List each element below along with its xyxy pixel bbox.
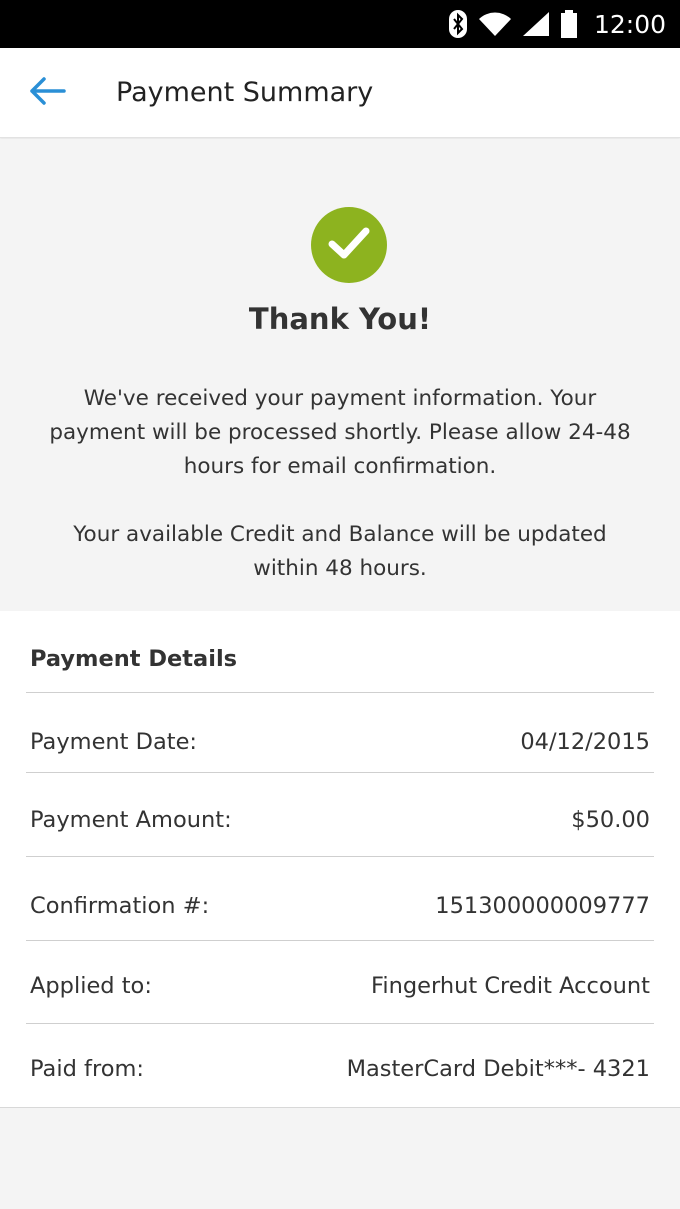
status-bar: 12:00 — [0, 0, 680, 48]
check-icon — [327, 225, 371, 265]
status-time: 12:00 — [593, 9, 666, 39]
battery-icon — [560, 9, 578, 39]
row-label: Payment Date: — [30, 729, 198, 755]
thank-you-heading: Thank You! — [248, 302, 432, 336]
row-label: Paid from: — [30, 1056, 144, 1082]
divider — [26, 940, 654, 941]
row-value: MasterCard Debit***- 4321 — [346, 1056, 650, 1082]
page-title: Payment Summary — [116, 77, 374, 108]
back-arrow-icon — [28, 76, 66, 110]
wifi-icon — [478, 11, 512, 37]
page-background — [0, 1108, 680, 1209]
confirmation-number-row: Confirmation #: 151300000009777 — [30, 881, 650, 931]
confirmation-message: We've received your payment information.… — [49, 386, 631, 479]
applied-to-row: Applied to: Fingerhut Credit Account — [30, 961, 650, 1011]
payment-details-heading: Payment Details — [30, 646, 238, 672]
divider — [26, 692, 654, 693]
signal-icon — [522, 11, 550, 37]
confirmation-panel: Thank You! We've received your payment i… — [0, 139, 680, 611]
payment-details-card: Payment Details Payment Date: 04/12/2015… — [0, 611, 680, 1108]
bluetooth-icon — [448, 9, 468, 39]
payment-amount-row: Payment Amount: $50.00 — [30, 795, 650, 845]
balance-update-message: Your available Credit and Balance will b… — [73, 522, 607, 581]
back-button[interactable] — [12, 48, 82, 138]
row-value: 04/12/2015 — [520, 729, 650, 755]
row-value: $50.00 — [571, 807, 650, 833]
row-value: Fingerhut Credit Account — [371, 973, 650, 999]
divider — [26, 1023, 654, 1024]
payment-date-row: Payment Date: 04/12/2015 — [30, 717, 650, 767]
row-label: Confirmation #: — [30, 893, 210, 919]
row-value: 151300000009777 — [435, 893, 650, 919]
paid-from-row: Paid from: MasterCard Debit***- 4321 — [30, 1044, 650, 1094]
success-badge — [311, 207, 387, 283]
row-label: Applied to: — [30, 973, 152, 999]
divider — [26, 772, 654, 773]
row-label: Payment Amount: — [30, 807, 232, 833]
app-bar: Payment Summary — [0, 48, 680, 138]
divider — [26, 856, 654, 857]
